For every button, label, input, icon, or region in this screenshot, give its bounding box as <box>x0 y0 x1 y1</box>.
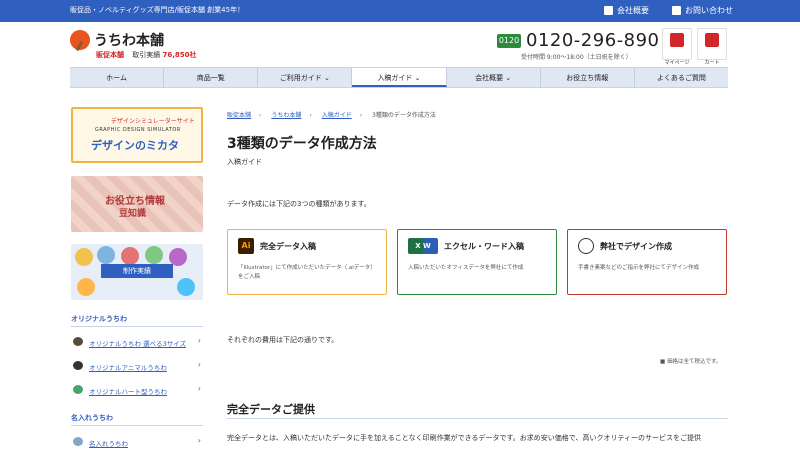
sidebar-heading-original: オリジナルうちわ <box>71 315 127 323</box>
nav-usage-guide[interactable]: ご利用ガイド ⌄ <box>258 68 353 87</box>
decor-circle <box>97 246 115 264</box>
cart-icon <box>705 33 719 47</box>
chevron-right-icon: › <box>197 336 201 345</box>
card-design-service[interactable]: 弊社でデザイン作成 手書き素案などのご指示を弊社にてデザイン作成 <box>567 229 727 295</box>
decor-circle <box>177 278 195 296</box>
chevron-right-icon: › <box>197 384 201 393</box>
nav-company[interactable]: 会社概要 ⌄ <box>447 68 541 87</box>
breadcrumb-current: 3種類のデータ作成方法 <box>372 112 436 119</box>
tagline: 販促品・ノベルティグッズ専門店/販促本舗 創業45年！ <box>70 6 245 14</box>
freedial-icon: 0120 <box>497 33 521 48</box>
design-simulator-banner[interactable]: デザインシミュレーターサイト GRAPHIC DESIGN SIMULATOR … <box>71 107 203 163</box>
mail-icon <box>672 6 681 15</box>
intro-text: データ作成には下記の3つの種類があります。 <box>227 200 371 208</box>
site-logo[interactable]: うちわ本舗 <box>70 30 164 50</box>
section-title: 完全データご提供 <box>227 403 315 416</box>
logo-title: うちわ本舗 <box>94 33 164 49</box>
cart-button[interactable]: カート <box>697 28 727 66</box>
nav-products[interactable]: 商品一覧 <box>164 68 259 87</box>
chevron-right-icon: › <box>197 360 201 369</box>
global-nav: ホーム 商品一覧 ご利用ガイド ⌄ 入稿ガイド ⌄ 会社概要 ⌄ お役立ち情報 … <box>70 67 728 88</box>
uchiwa-icon <box>73 337 83 346</box>
building-icon <box>604 6 613 15</box>
excel-word-icon: X W <box>408 238 438 254</box>
page-category: 入稿ガイド <box>227 158 262 166</box>
nav-faq[interactable]: よくあるご質問 <box>635 68 728 87</box>
user-icon <box>670 33 684 47</box>
divider <box>71 326 203 327</box>
decor-circle <box>77 278 95 296</box>
site-header: うちわ本舗 販促本舗 取引実績 76,850社 0120 0120-296-89… <box>0 22 800 66</box>
nav-submission-guide[interactable]: 入稿ガイド ⌄ <box>352 68 447 87</box>
works-banner[interactable]: 制作実績 <box>71 244 203 300</box>
illustrator-icon: Ai <box>238 238 254 254</box>
card-complete-data[interactable]: Ai 完全データ入稿 「Illustrator」にて作成いただいたデータ（.ai… <box>227 229 387 295</box>
breadcrumb: 販促本舗 › うちわ本舗 › 入稿ガイド › 3種類のデータ作成方法 <box>227 112 436 119</box>
divider <box>227 418 728 419</box>
mypage-button[interactable]: マイページ <box>662 28 692 66</box>
uchiwa-icon <box>73 437 83 446</box>
phone-link[interactable]: 0120 0120-296-890 <box>497 30 660 51</box>
breadcrumb-item[interactable]: 販促本舗 <box>227 112 251 119</box>
sidebar-link-animal[interactable]: オリジナルアニマルうちわ › <box>71 359 203 373</box>
phone-number: 0120-296-890 <box>526 30 660 51</box>
designer-icon <box>578 238 594 254</box>
decor-circle <box>75 248 93 266</box>
contact-link[interactable]: お問い合わせ <box>672 5 733 16</box>
cost-intro: それぞれの費用は下記の通りです。 <box>227 336 339 344</box>
breadcrumb-item[interactable]: 入稿ガイド <box>322 112 352 119</box>
panda-icon <box>73 361 83 370</box>
breadcrumb-item[interactable]: うちわ本舗 <box>271 112 301 119</box>
top-bar: 販促品・ノベルティグッズ専門店/販促本舗 創業45年！ 会社概要 お問い合わせ <box>0 0 800 22</box>
logo-subline: 販促本舗 取引実績 76,850社 <box>96 51 197 59</box>
useful-info-banner[interactable]: お役立ち情報 豆知識 <box>71 176 203 232</box>
heart-uchiwa-icon <box>73 385 83 394</box>
sidebar-heading-name: 名入れうちわ <box>71 414 113 422</box>
uchiwa-logo-icon <box>70 30 90 50</box>
section-paragraph: 完全データとは、入稿いただいたデータに手を加えることなく印刷作業ができるデータで… <box>227 434 702 442</box>
card-excel-word[interactable]: X W エクセル・ワード入稿 入稿いただいたオフィスデータを弊社にて作成 <box>397 229 557 295</box>
decor-circle <box>145 246 163 264</box>
sidebar-link-heart[interactable]: オリジナルハート型うちわ › <box>71 383 203 397</box>
decor-circle <box>121 247 139 265</box>
nav-home[interactable]: ホーム <box>70 68 165 87</box>
sidebar-link-original-3sizes[interactable]: オリジナルうちわ 選べる3サイズ › <box>71 335 203 349</box>
page-title: 3種類のデータ作成方法 <box>227 136 377 152</box>
chevron-right-icon: › <box>197 436 201 445</box>
divider <box>71 425 203 426</box>
nav-useful-info[interactable]: お役立ち情報 <box>541 68 635 87</box>
company-link[interactable]: 会社概要 <box>604 5 649 16</box>
sidebar-link-name-uchiwa[interactable]: 名入れうちわ › <box>71 435 203 449</box>
tax-note: ■ 価格は全て税込です。 <box>660 359 722 365</box>
business-hours: 受付時間 9:00～18:00（土日祝を除く） <box>521 54 632 61</box>
